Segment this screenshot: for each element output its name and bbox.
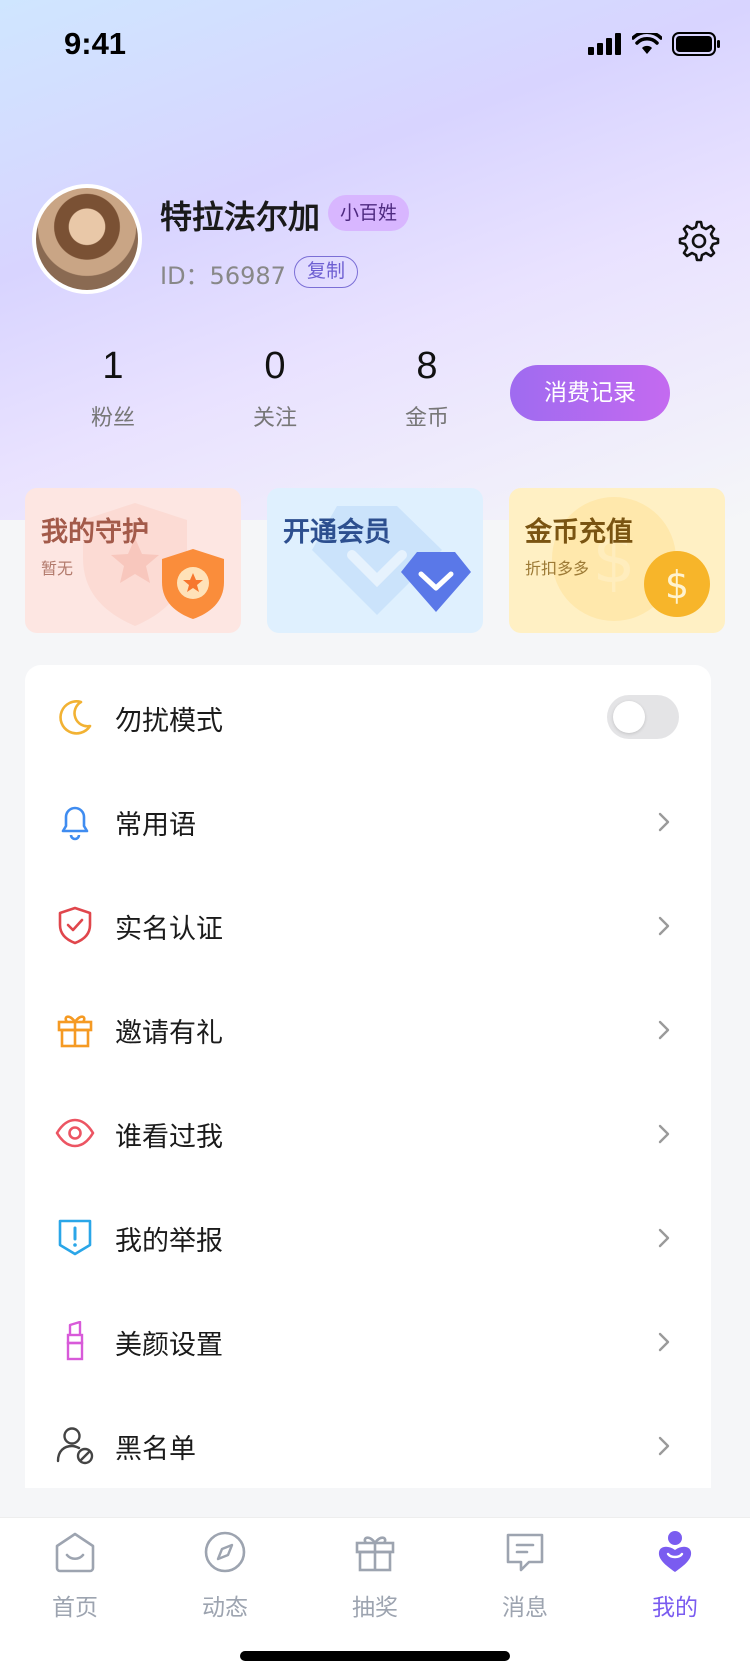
signal-icon: [588, 33, 621, 55]
shield-star-icon: [162, 549, 224, 619]
chevron-right-icon: [658, 1020, 670, 1040]
menu-item-label: 黑名单: [115, 1434, 196, 1465]
chevron-right-icon: [658, 812, 670, 832]
profile-header: 特拉法尔加 小百姓 ID：56987 复制: [0, 180, 750, 300]
feature-cards: 我的守护 暂无 开通会员 $ $ 金币充值 折扣多多: [0, 488, 750, 633]
menu-item-label: 谁看过我: [115, 1122, 223, 1153]
tab-feed[interactable]: 动态: [170, 1530, 280, 1622]
battery-icon: [672, 32, 720, 56]
level-badge: 小百姓: [328, 195, 410, 231]
menu-item-beauty[interactable]: 美颜设置: [25, 1289, 711, 1393]
menu-item-label: 邀请有礼: [115, 1018, 223, 1049]
profile-icon: [658, 1531, 692, 1572]
avatar[interactable]: [32, 184, 142, 294]
message-icon: [506, 1533, 544, 1572]
stat-coins[interactable]: 8 金币: [372, 345, 482, 432]
moon-icon: [59, 700, 92, 735]
gear-icon[interactable]: [678, 220, 720, 262]
menu-item-reports[interactable]: 我的举报: [25, 1185, 711, 1289]
tab-profile[interactable]: 我的: [620, 1530, 730, 1622]
stat-value: 8: [416, 345, 438, 387]
menu-item-verification[interactable]: 实名认证: [25, 873, 711, 977]
tab-messages[interactable]: 消息: [470, 1530, 580, 1622]
menu-item-label: 勿扰模式: [115, 706, 223, 737]
wifi-icon: [632, 33, 662, 54]
card-title: 开通会员: [283, 517, 391, 548]
eye-icon: [55, 1118, 95, 1148]
status-bar: 9:41: [0, 0, 750, 90]
tab-label: 我的: [652, 1595, 698, 1621]
copy-id-button[interactable]: 复制: [294, 256, 359, 288]
card-guardian[interactable]: 我的守护 暂无: [25, 488, 241, 633]
status-icons: [588, 32, 720, 56]
menu-item-label: 美颜设置: [115, 1330, 223, 1361]
card-subtitle: 暂无: [41, 559, 74, 578]
stat-following[interactable]: 0 关注: [220, 345, 330, 432]
compass-icon: [204, 1531, 246, 1573]
user-name: 特拉法尔加: [160, 198, 321, 236]
gift-icon: [355, 1536, 395, 1572]
shield-check-icon: [58, 906, 92, 945]
menu-item-dnd: 勿扰模式: [25, 665, 711, 769]
lipstick-icon: [66, 1321, 84, 1361]
menu-item-label: 我的举报: [115, 1226, 223, 1257]
tab-home[interactable]: 首页: [20, 1530, 130, 1622]
spending-record-button[interactable]: 消费记录: [510, 365, 670, 421]
tab-lottery[interactable]: 抽奖: [320, 1530, 430, 1622]
card-title: 我的守护: [41, 517, 149, 548]
menu-item-blacklist[interactable]: 黑名单: [25, 1393, 711, 1497]
card-recharge[interactable]: $ $ 金币充值 折扣多多: [509, 488, 725, 633]
chevron-right-icon: [658, 1436, 670, 1456]
tab-label: 消息: [502, 1595, 548, 1621]
chevron-right-icon: [658, 1124, 670, 1144]
menu-item-label: 常用语: [115, 810, 196, 841]
menu-item-label: 实名认证: [115, 914, 223, 945]
stat-label: 金币: [404, 406, 449, 431]
settings-menu: 勿扰模式 常用语 实名认证 邀请有礼 谁看过我 我的举报 美颜设置 黑名单: [25, 665, 711, 1488]
coin-icon: $: [644, 551, 710, 617]
user-id: ID：56987: [160, 262, 286, 290]
stat-value: 1: [102, 345, 124, 387]
home-icon: [55, 1532, 95, 1573]
toggle-knob: [613, 701, 645, 733]
card-subtitle: 折扣多多: [525, 559, 590, 578]
blocked-user-icon: [56, 1427, 94, 1465]
bell-icon: [61, 806, 89, 841]
chevron-right-icon: [658, 916, 670, 936]
diamond-icon: [401, 552, 471, 612]
menu-item-invite[interactable]: 邀请有礼: [25, 977, 711, 1081]
menu-item-visitors[interactable]: 谁看过我: [25, 1081, 711, 1185]
stats-row: 1 粉丝 0 关注 8 金币 消费记录: [0, 345, 750, 445]
svg-text:$: $: [665, 563, 689, 607]
status-time: 9:41: [64, 26, 127, 61]
menu-item-phrases[interactable]: 常用语: [25, 769, 711, 873]
stat-label: 关注: [252, 406, 297, 431]
tab-label: 动态: [202, 1595, 248, 1621]
stat-label: 粉丝: [90, 406, 135, 431]
tab-label: 抽奖: [352, 1595, 398, 1621]
stat-fans[interactable]: 1 粉丝: [58, 345, 168, 432]
chevron-right-icon: [658, 1332, 670, 1352]
chevron-right-icon: [658, 1228, 670, 1248]
report-icon: [58, 1219, 92, 1256]
tab-label: 首页: [52, 1595, 98, 1621]
card-title: 金币充值: [525, 517, 633, 548]
gift-icon: [57, 1015, 93, 1048]
home-indicator: [240, 1651, 510, 1661]
dnd-toggle[interactable]: [607, 695, 679, 739]
stat-value: 0: [264, 345, 286, 387]
card-membership[interactable]: 开通会员: [267, 488, 483, 633]
